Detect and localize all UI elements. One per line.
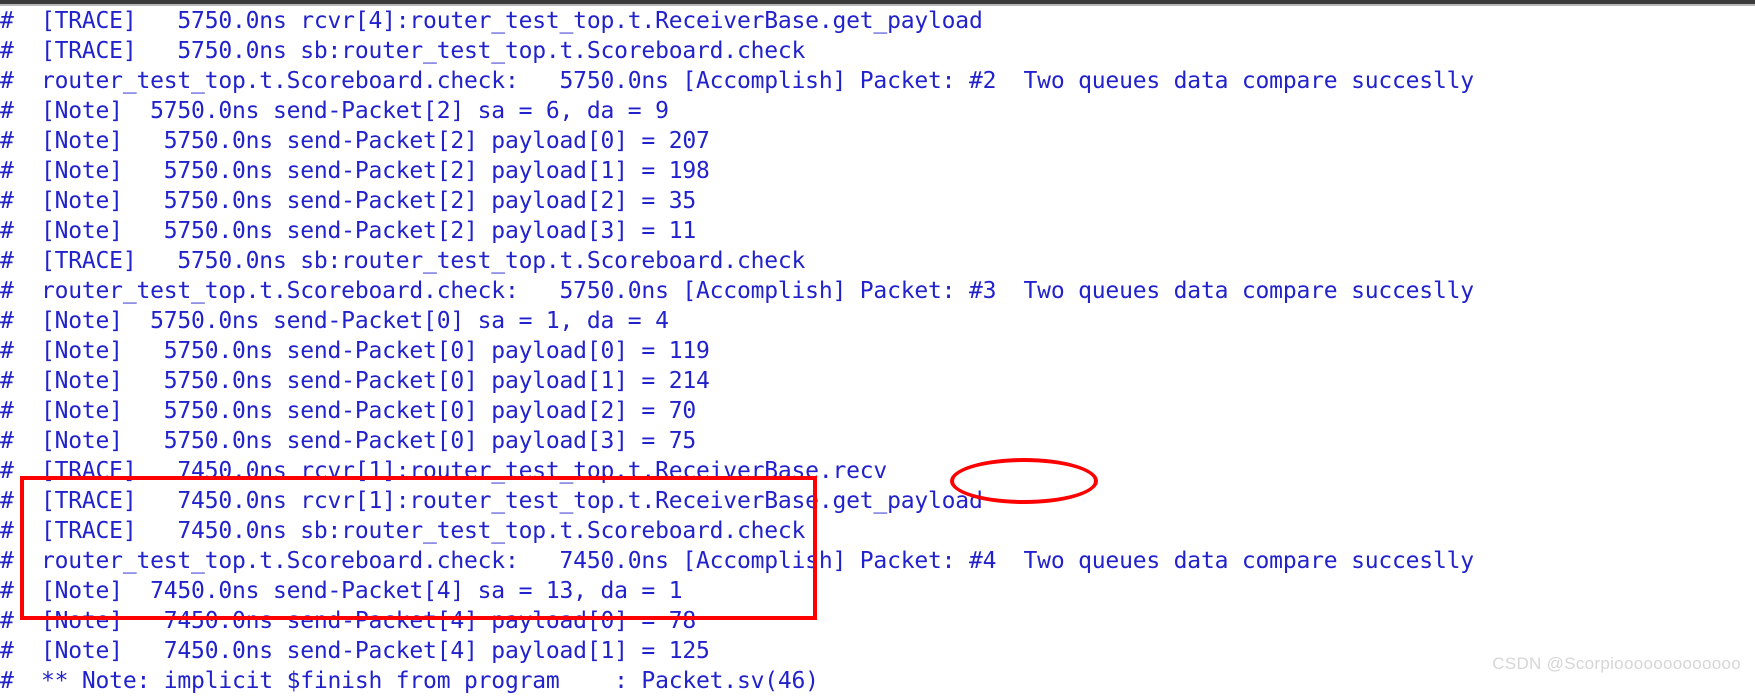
watermark-text: CSDN @Scorpiooooooooooooo (1492, 654, 1741, 673)
log-line: # [Note] 5750.0ns send-Packet[0] sa = 1,… (0, 308, 669, 334)
log-line: # [TRACE] 7450.0ns rcvr[1]:router_test_t… (0, 458, 888, 484)
log-line: # [TRACE] 7450.0ns rcvr[1]:router_test_t… (0, 488, 983, 514)
log-line: # [Note] 5750.0ns send-Packet[2] payload… (0, 128, 710, 154)
log-line: # [Note] 5750.0ns send-Packet[2] payload… (0, 218, 697, 244)
log-line: # [TRACE] 5750.0ns sb:router_test_top.t.… (0, 38, 806, 64)
log-line: # [Note] 5750.0ns send-Packet[2] payload… (0, 188, 697, 214)
log-line: # [Note] 5750.0ns send-Packet[0] payload… (0, 428, 697, 454)
log-line: # router_test_top.t.Scoreboard.check: 74… (0, 548, 1474, 574)
log-line: # [TRACE] 5750.0ns sb:router_test_top.t.… (0, 248, 806, 274)
simulator-console-window: # [TRACE] 5750.0ns rcvr[4]:router_test_t… (0, 0, 1755, 696)
log-line: # [TRACE] 5750.0ns rcvr[4]:router_test_t… (0, 8, 983, 34)
log-line: # [Note] 5750.0ns send-Packet[2] payload… (0, 158, 710, 184)
transcript-log-area[interactable]: # [TRACE] 5750.0ns rcvr[4]:router_test_t… (0, 6, 1755, 696)
log-line: # [TRACE] 7450.0ns sb:router_test_top.t.… (0, 518, 806, 544)
log-line: # [Note] 5750.0ns send-Packet[0] payload… (0, 398, 697, 424)
log-line: # [Note] 5750.0ns send-Packet[0] payload… (0, 368, 710, 394)
log-line: # [Note] 5750.0ns send-Packet[0] payload… (0, 338, 710, 364)
log-line: # router_test_top.t.Scoreboard.check: 57… (0, 68, 1474, 94)
log-line: # [Note] 7450.0ns send-Packet[4] payload… (0, 608, 697, 634)
log-line: # router_test_top.t.Scoreboard.check: 57… (0, 278, 1474, 304)
log-line: # [Note] 5750.0ns send-Packet[2] sa = 6,… (0, 98, 669, 124)
log-line: # [Note] 7450.0ns send-Packet[4] sa = 13… (0, 578, 683, 604)
